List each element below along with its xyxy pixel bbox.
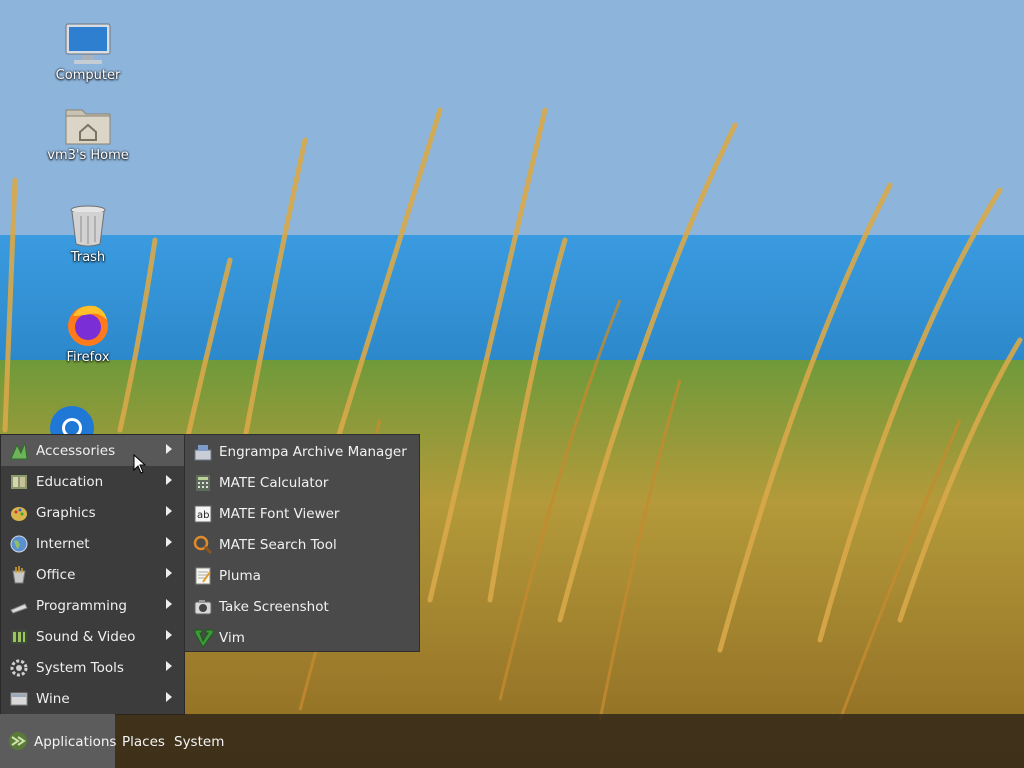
chromium-icon	[50, 406, 94, 434]
desktop-icon-label: Trash	[70, 250, 106, 265]
desktop-icon-computer[interactable]: Computer	[40, 22, 136, 83]
sound-video-icon	[11, 630, 27, 644]
menu-item-programming[interactable]: Programming	[1, 590, 184, 621]
chevron-right-icon	[166, 506, 172, 516]
menu-item-education[interactable]: Education	[1, 466, 184, 497]
text-editor-icon	[195, 567, 211, 585]
graphics-icon	[11, 507, 27, 521]
chevron-right-icon	[166, 661, 172, 671]
menu-item-label: Sound & Video	[36, 629, 136, 645]
submenu-item-label: MATE Calculator	[219, 475, 329, 491]
mate-logo-icon	[9, 732, 27, 750]
vim-icon	[194, 629, 213, 648]
font-viewer-icon: ab	[194, 505, 212, 523]
chevron-right-icon	[166, 692, 172, 702]
chevron-right-icon	[166, 537, 172, 547]
menu-item-office[interactable]: Office	[1, 559, 184, 590]
applications-menu-button[interactable]: Applications	[0, 714, 117, 768]
svg-text:ab: ab	[197, 510, 209, 521]
system-menu-button[interactable]: System	[168, 714, 224, 768]
programming-icon	[10, 603, 28, 614]
office-icon	[12, 566, 26, 584]
submenu-item-label: Vim	[219, 630, 245, 646]
desktop-icon-home[interactable]: vm3's Home	[40, 104, 136, 163]
desktop-icon-firefox[interactable]: Firefox	[40, 302, 136, 365]
submenu-item-label: MATE Search Tool	[219, 537, 337, 553]
menu-item-label: System Tools	[36, 660, 124, 676]
chevron-right-icon	[166, 444, 172, 454]
applications-label: Applications	[34, 734, 117, 750]
chevron-right-icon	[166, 630, 172, 640]
menu-item-label: Internet	[36, 536, 90, 552]
menu-item-graphics[interactable]: Graphics	[1, 497, 184, 528]
menu-item-label: Education	[36, 474, 104, 490]
menu-item-label: Office	[36, 567, 76, 583]
desktop-icon-label: vm3's Home	[47, 148, 129, 163]
submenu-item-label: Pluma	[219, 568, 261, 584]
menu-item-label: Accessories	[36, 443, 116, 459]
desktop-icon-label: Firefox	[66, 350, 110, 365]
accessories-icon	[10, 442, 28, 460]
menu-item-label: Wine	[36, 691, 70, 707]
system-label: System	[174, 734, 225, 750]
calculator-icon	[196, 475, 210, 491]
trash-icon	[70, 205, 106, 247]
archive-manager-icon	[194, 445, 212, 461]
chevron-right-icon	[166, 599, 172, 609]
menu-item-system-tools[interactable]: System Tools	[1, 652, 184, 683]
submenu-item-font-viewer[interactable]: ab MATE Font Viewer	[185, 498, 419, 529]
desktop-icon-chromium[interactable]	[24, 404, 120, 434]
submenu-item-pluma[interactable]: Pluma	[185, 560, 419, 591]
menu-item-label: Graphics	[36, 505, 96, 521]
submenu-item-label: Engrampa Archive Manager	[219, 444, 407, 460]
computer-icon	[65, 23, 111, 64]
applications-menu: Accessories Education Graphics Internet …	[0, 434, 185, 715]
home-folder-icon	[65, 109, 111, 145]
firefox-icon	[68, 305, 108, 346]
desktop-icon-trash[interactable]: Trash	[40, 204, 136, 265]
mouse-cursor-icon	[133, 454, 147, 474]
submenu-item-search-tool[interactable]: MATE Search Tool	[185, 529, 419, 560]
chevron-right-icon	[166, 475, 172, 485]
bottom-panel: Applications Places System	[0, 714, 1024, 768]
submenu-item-calculator[interactable]: MATE Calculator	[185, 467, 419, 498]
search-tool-icon	[193, 535, 213, 555]
menu-item-accessories[interactable]: Accessories	[1, 435, 184, 466]
submenu-item-label: Take Screenshot	[219, 599, 329, 615]
submenu-item-screenshot[interactable]: Take Screenshot	[185, 591, 419, 622]
submenu-item-label: MATE Font Viewer	[219, 506, 340, 522]
accessories-submenu: Engrampa Archive Manager MATE Calculator…	[184, 434, 420, 652]
chevron-right-icon	[166, 568, 172, 578]
submenu-item-engrampa[interactable]: Engrampa Archive Manager	[185, 436, 419, 467]
menu-item-sound-video[interactable]: Sound & Video	[1, 621, 184, 652]
places-menu-button[interactable]: Places	[116, 714, 168, 768]
internet-icon	[10, 535, 28, 553]
wine-icon	[10, 692, 28, 706]
desktop-icon-label: Computer	[55, 68, 121, 83]
education-icon	[11, 475, 27, 489]
menu-item-label: Programming	[36, 598, 127, 614]
menu-item-internet[interactable]: Internet	[1, 528, 184, 559]
menu-item-wine[interactable]: Wine	[1, 683, 184, 714]
places-label: Places	[122, 734, 165, 750]
submenu-item-vim[interactable]: Vim	[185, 622, 419, 653]
screenshot-icon	[194, 600, 212, 615]
system-tools-icon	[10, 659, 28, 677]
